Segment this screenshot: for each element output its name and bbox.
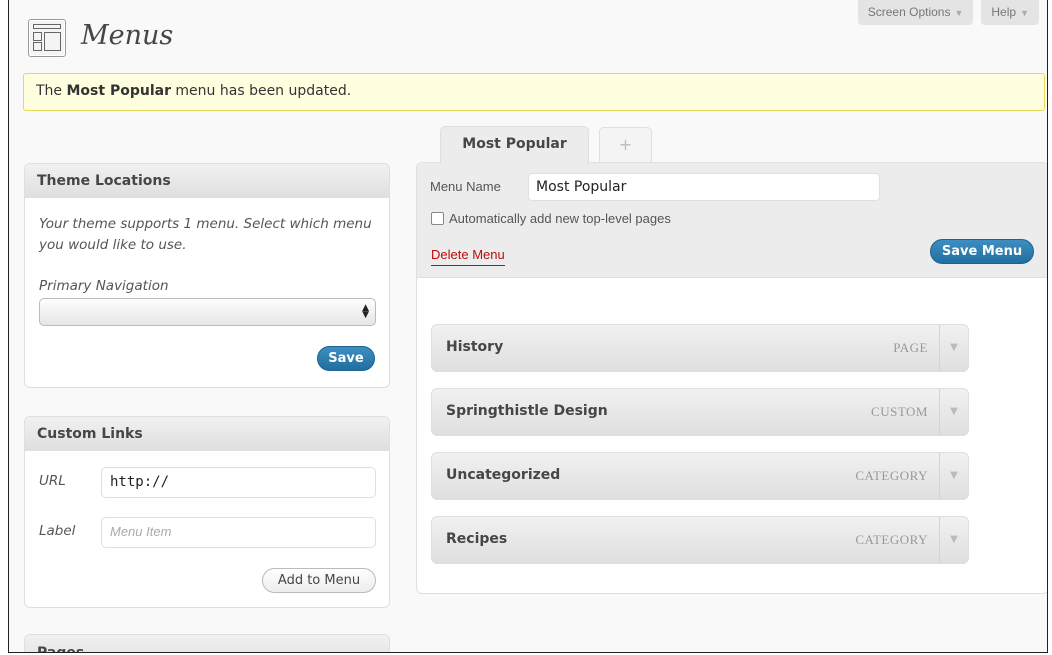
help-label: Help: [991, 5, 1017, 19]
chevron-down-icon[interactable]: ▼: [939, 453, 968, 499]
menu-item[interactable]: Recipes CATEGORY ▼: [431, 516, 969, 564]
theme-locations-box: Theme Locations Your theme supports 1 me…: [24, 163, 390, 388]
custom-links-box: Custom Links URL http:// Label Menu Item…: [24, 416, 390, 608]
chevron-down-icon[interactable]: ▼: [939, 325, 968, 371]
menu-item[interactable]: Uncategorized CATEGORY ▼: [431, 452, 969, 500]
theme-locations-title: Theme Locations: [25, 164, 389, 198]
select-arrows-icon: ▲ ▼: [362, 303, 369, 320]
pages-box: Pages: [24, 634, 390, 652]
theme-locations-description: Your theme supports 1 menu. Select which…: [39, 216, 372, 253]
save-menu-button[interactable]: Save Menu: [930, 239, 1034, 264]
primary-navigation-label: Primary Navigation: [39, 278, 169, 294]
primary-navigation-select[interactable]: ▲ ▼: [39, 298, 376, 326]
notice-prefix: The: [36, 83, 67, 99]
add-to-menu-button[interactable]: Add to Menu: [262, 568, 376, 593]
menu-item-type: PAGE: [893, 340, 928, 355]
menu-item-type: CUSTOM: [871, 404, 928, 419]
screen-meta-links: Screen Options ▼ Help ▼: [857, 0, 1039, 25]
screen-options-button[interactable]: Screen Options ▼: [857, 0, 974, 25]
menu-item[interactable]: History PAGE ▼: [431, 324, 969, 372]
save-theme-locations-button[interactable]: Save: [317, 346, 375, 371]
menu-item-title: Uncategorized: [446, 467, 561, 483]
menu-item-type: CATEGORY: [855, 532, 928, 547]
label-label: Label: [39, 523, 76, 539]
menu-editor: Menu Name Most Popular Automatically add…: [416, 162, 1047, 594]
tab-most-popular[interactable]: Most Popular: [440, 126, 589, 164]
wp-admin-content: Screen Options ▼ Help ▼ Menus The Most Pop…: [8, 0, 1048, 653]
menu-item-type: CATEGORY: [855, 468, 928, 483]
menu-editor-header: Menu Name Most Popular Automatically add…: [417, 163, 1047, 278]
tab-add-menu[interactable]: +: [599, 127, 652, 165]
chevron-down-icon[interactable]: ▼: [939, 389, 968, 435]
chevron-down-icon: ▼: [954, 8, 964, 18]
notice-suffix: menu has been updated.: [170, 83, 352, 99]
chevron-down-icon: ▼: [1020, 8, 1029, 18]
menu-name-label: Menu Name: [430, 179, 501, 194]
url-label: URL: [39, 473, 66, 489]
notice-menu-name: Most Popular: [66, 83, 171, 99]
menus-page-icon: [28, 19, 66, 57]
screen-options-label: Screen Options: [867, 5, 951, 19]
custom-links-title: Custom Links: [25, 417, 389, 451]
delete-menu-link[interactable]: Delete Menu: [431, 247, 505, 266]
menu-name-input[interactable]: Most Popular: [528, 173, 880, 201]
chevron-down-icon[interactable]: ▼: [939, 517, 968, 563]
menu-item-title: Recipes: [446, 531, 508, 547]
url-input[interactable]: http://: [101, 467, 376, 498]
menu-item-title: History: [446, 339, 504, 355]
page-title: Menus: [81, 20, 174, 51]
auto-add-pages-label[interactable]: Automatically add new top-level pages: [449, 211, 671, 226]
pages-title[interactable]: Pages: [25, 635, 389, 652]
menu-item-title: Springthistle Design: [446, 403, 608, 419]
menu-item[interactable]: Springthistle Design CUSTOM ▼: [431, 388, 969, 436]
auto-add-pages-checkbox[interactable]: [431, 212, 444, 225]
label-input[interactable]: Menu Item: [101, 517, 376, 548]
update-notice: The Most Popular menu has been updated.: [23, 73, 1045, 111]
help-button[interactable]: Help ▼: [981, 0, 1039, 25]
